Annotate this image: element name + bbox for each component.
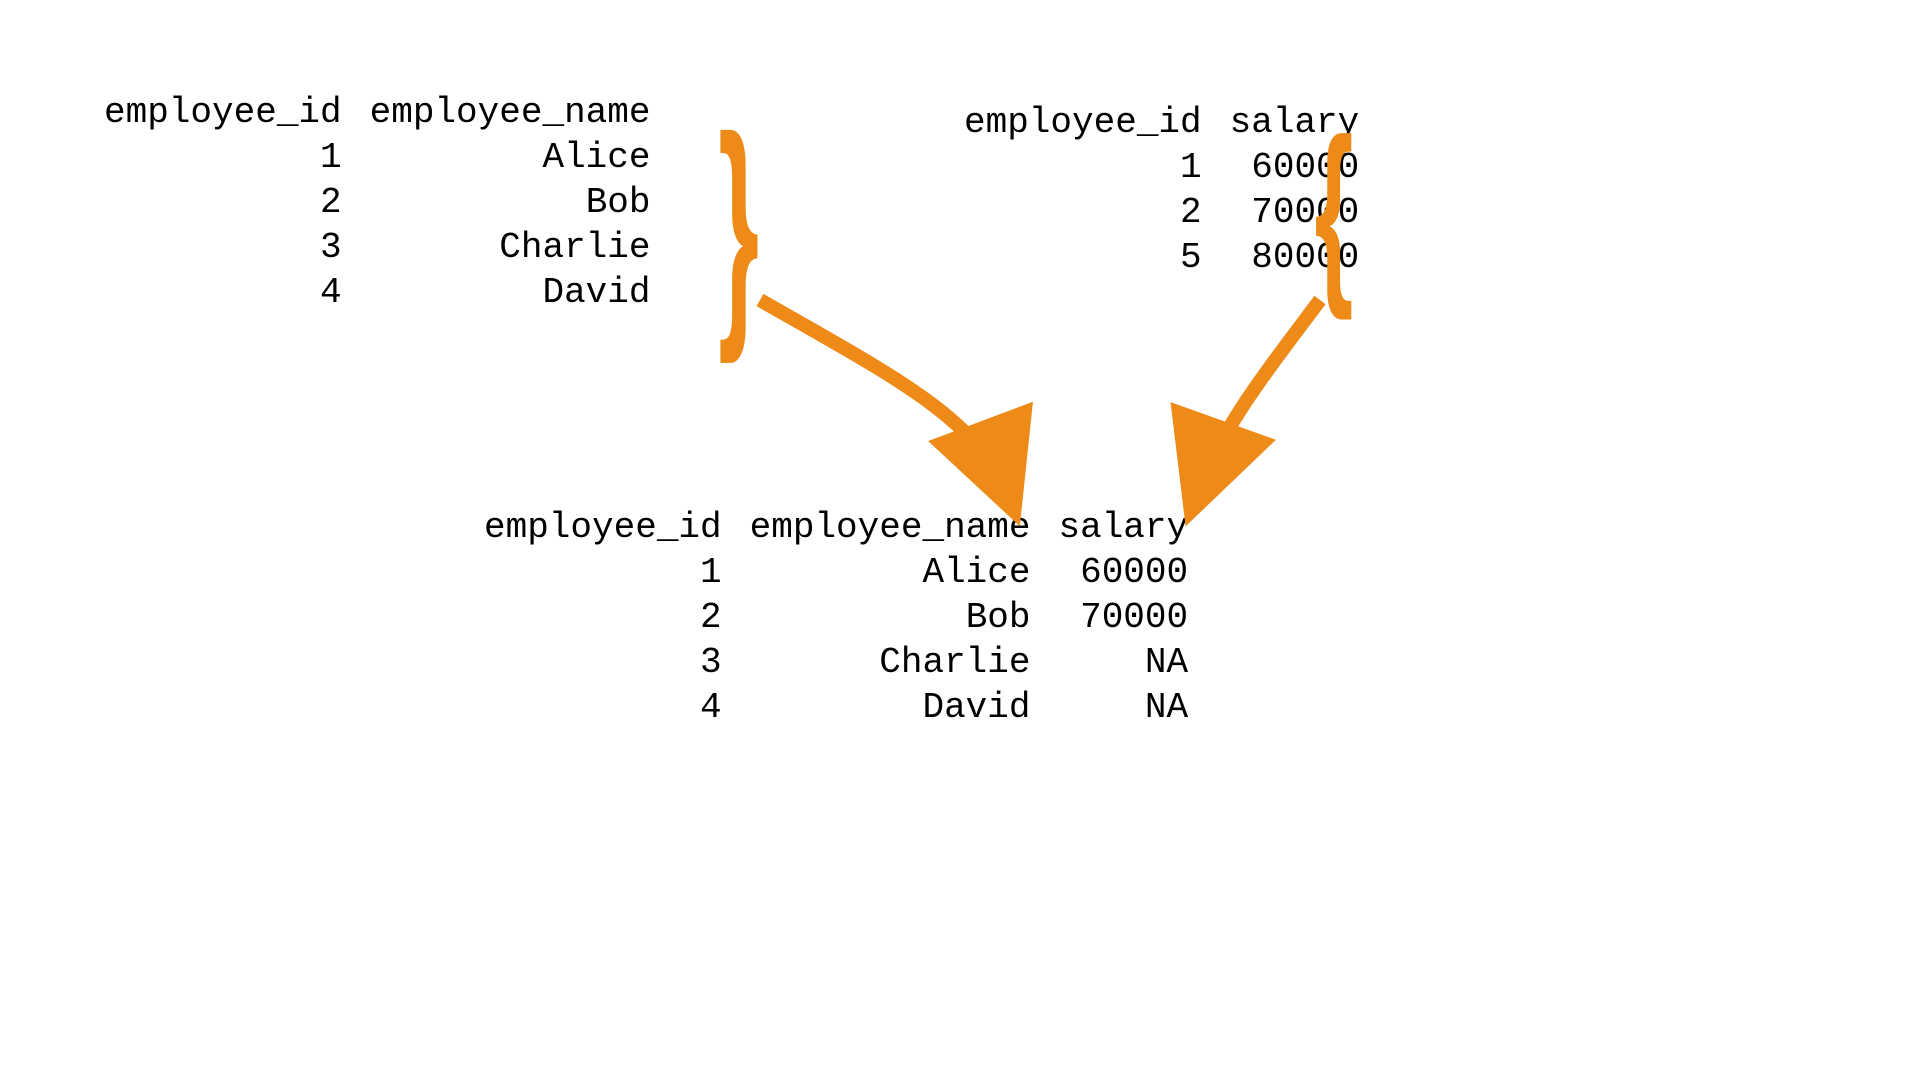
cell: 70000 — [1045, 595, 1203, 640]
table-row: 2 Bob 70000 — [470, 595, 1202, 640]
table-header-row: employee_id salary — [950, 100, 1373, 145]
col-header: employee_name — [736, 505, 1045, 550]
cell: Alice — [356, 135, 665, 180]
col-header: employee_id — [90, 90, 356, 135]
col-header: employee_id — [950, 100, 1216, 145]
cell: 3 — [470, 640, 736, 685]
col-header: salary — [1045, 505, 1203, 550]
cell: Alice — [736, 550, 1045, 595]
cell: 4 — [90, 270, 356, 315]
table-header-row: employee_id employee_name — [90, 90, 665, 135]
salaries-table: employee_id salary 1 60000 2 70000 5 800… — [950, 100, 1373, 280]
cell: 1 — [950, 145, 1216, 190]
table-row: 1 60000 — [950, 145, 1373, 190]
table-row: 4 David NA — [470, 685, 1202, 730]
cell: 2 — [470, 595, 736, 640]
cell: 3 — [90, 225, 356, 270]
cell: 5 — [950, 235, 1216, 280]
col-header: employee_name — [356, 90, 665, 135]
table-row: 1 Alice — [90, 135, 665, 180]
cell: 1 — [470, 550, 736, 595]
col-header: employee_id — [470, 505, 736, 550]
cell: 4 — [470, 685, 736, 730]
table-row: 3 Charlie — [90, 225, 665, 270]
cell: Bob — [736, 595, 1045, 640]
brace-left-icon: { — [1314, 110, 1353, 310]
joined-table: employee_id employee_name salary 1 Alice… — [470, 505, 1202, 730]
employees-table: employee_id employee_name 1 Alice 2 Bob … — [90, 90, 665, 315]
brace-right-icon: } — [718, 100, 759, 350]
cell: NA — [1045, 640, 1203, 685]
table-header-row: employee_id employee_name salary — [470, 505, 1202, 550]
table-row: 3 Charlie NA — [470, 640, 1202, 685]
cell: Charlie — [736, 640, 1045, 685]
table-row: 2 Bob — [90, 180, 665, 225]
table-row: 5 80000 — [950, 235, 1373, 280]
table-row: 4 David — [90, 270, 665, 315]
cell: Bob — [356, 180, 665, 225]
cell: Charlie — [356, 225, 665, 270]
table-row: 2 70000 — [950, 190, 1373, 235]
cell: David — [356, 270, 665, 315]
cell: 2 — [90, 180, 356, 225]
cell: 2 — [950, 190, 1216, 235]
cell: 1 — [90, 135, 356, 180]
table-row: 1 Alice 60000 — [470, 550, 1202, 595]
cell: David — [736, 685, 1045, 730]
cell: NA — [1045, 685, 1203, 730]
cell: 60000 — [1045, 550, 1203, 595]
